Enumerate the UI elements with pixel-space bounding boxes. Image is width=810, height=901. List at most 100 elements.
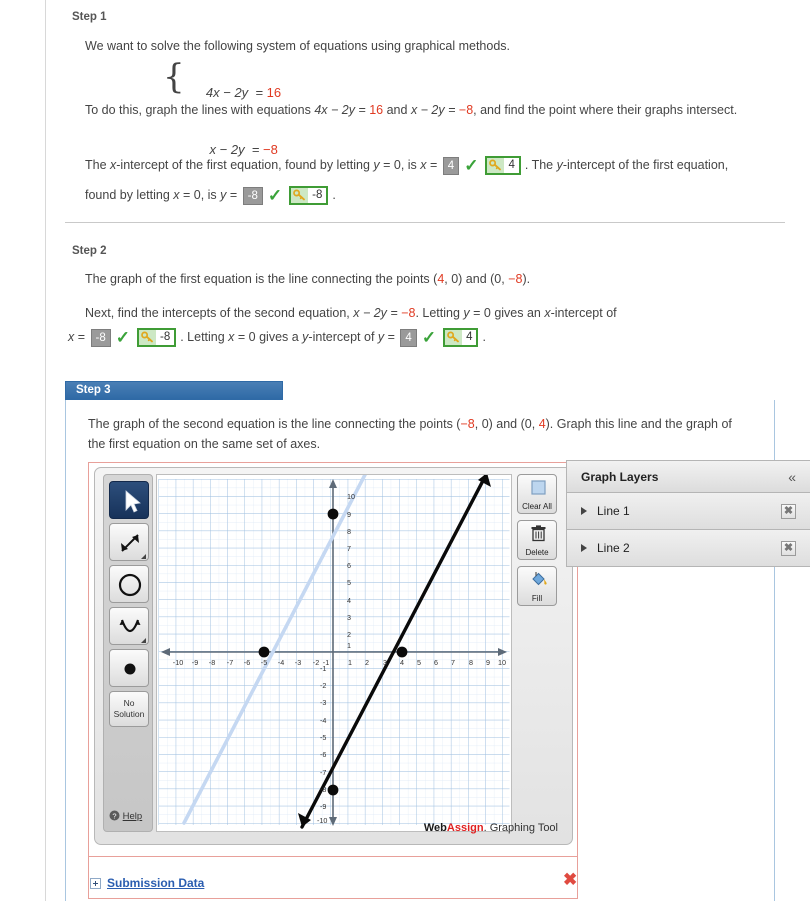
- answer-key-value-2: -8: [308, 188, 327, 204]
- step-3-section: Step 3 The graph of the second equation …: [65, 381, 775, 901]
- submission-data-toggle[interactable]: Submission Data: [90, 876, 204, 890]
- svg-text:5: 5: [417, 658, 421, 667]
- tool-line-expand-icon: [141, 554, 146, 559]
- tool-pointer[interactable]: [109, 481, 149, 519]
- s2-text-5: . Letting: [415, 306, 464, 320]
- answer-key-y-intercept-1[interactable]: -8: [289, 186, 329, 206]
- xint-text-a: The: [85, 158, 111, 172]
- svg-text:6: 6: [434, 658, 438, 667]
- yint-text-b: = 0, is: [179, 188, 221, 202]
- layer-row-line-2[interactable]: Line 2 ✖: [567, 530, 810, 567]
- step-2-line-a: The graph of the first equation is the l…: [85, 269, 785, 289]
- todo-and: and: [383, 103, 411, 117]
- yint-text-c: =: [226, 188, 241, 202]
- xint-text-e: . The: [524, 158, 557, 172]
- answer-key-value-4: 4: [462, 330, 477, 346]
- graphing-tool: No Solution ? Help -10 -9 -8 -7 -6 -5 -4…: [88, 462, 578, 857]
- svg-text:-2: -2: [320, 681, 326, 690]
- brand-suffix: . Graphing Tool: [483, 822, 558, 834]
- point-icon: [124, 663, 136, 675]
- fill-button[interactable]: Fill: [517, 566, 557, 606]
- svg-text:2: 2: [347, 630, 351, 639]
- tool-no-solution[interactable]: No Solution: [109, 691, 149, 727]
- delete-button[interactable]: Delete: [517, 520, 557, 560]
- svg-text:-1: -1: [320, 664, 326, 673]
- key-icon: [291, 188, 309, 204]
- s2-eq-2-value: −8: [401, 306, 416, 320]
- marker-0-neg8: [327, 784, 339, 796]
- svg-text:1: 1: [347, 641, 351, 650]
- s3-point-2-y: 4: [538, 417, 546, 431]
- svg-text:-4: -4: [320, 716, 326, 725]
- answer-key-x-intercept-2[interactable]: -8: [136, 328, 177, 348]
- correct-check-icon: ✓: [464, 156, 479, 176]
- tool-parabola[interactable]: [109, 607, 149, 645]
- delete-layer-icon-1[interactable]: ✖: [781, 503, 796, 519]
- s2-text-11: -intercept of: [308, 330, 378, 344]
- s2-text-13: .: [482, 330, 486, 344]
- answer-input-y-intercept-1[interactable]: -8: [242, 186, 263, 205]
- submission-data-link[interactable]: Submission Data: [107, 876, 204, 890]
- s3-text-4: the first equation on the same set of ax…: [88, 437, 321, 451]
- marker-0-8: [327, 508, 339, 520]
- expand-arrow-icon[interactable]: [581, 544, 587, 552]
- answer-key-y-intercept-2[interactable]: 4: [443, 328, 479, 348]
- todo-eq-1-value: 16: [369, 103, 384, 117]
- brace-glyph: {: [163, 57, 185, 97]
- fill-label: Fill: [531, 594, 543, 603]
- collapse-panel-icon[interactable]: «: [788, 469, 796, 485]
- graph-canvas[interactable]: -10 -9 -8 -7 -6 -5 -4 -3 -2 -1 1 2 3 4 5…: [156, 474, 512, 832]
- answer-key-x-intercept-1[interactable]: 4: [485, 156, 521, 176]
- s2-text-1: The graph of the first equation is the l…: [85, 272, 438, 286]
- brand-web: Web: [423, 822, 447, 834]
- svg-text:-3: -3: [320, 698, 326, 707]
- expand-plus-icon[interactable]: [90, 878, 101, 890]
- key-icon: [445, 330, 463, 346]
- svg-text:9: 9: [486, 658, 490, 667]
- xint-text-c: = 0, is: [379, 158, 421, 172]
- clear-all-button[interactable]: Clear All: [517, 474, 557, 514]
- trash-icon: [518, 525, 556, 543]
- tool-point[interactable]: [109, 649, 149, 687]
- svg-text:-10: -10: [173, 658, 183, 667]
- answer-key-value-1: 4: [504, 158, 519, 174]
- svg-text:-2: -2: [313, 658, 319, 667]
- tool-line[interactable]: [109, 523, 149, 561]
- answer-input-x-intercept-1[interactable]: 4: [442, 156, 460, 175]
- marker-4-0: [396, 646, 408, 658]
- expand-arrow-icon[interactable]: [581, 507, 587, 515]
- s3-point-1-x: −8: [460, 417, 475, 431]
- svg-text:5: 5: [347, 578, 351, 587]
- s3-text-1: The graph of the second equation is the …: [88, 417, 461, 431]
- step-divider: [65, 222, 785, 223]
- svg-text:-7: -7: [320, 768, 326, 777]
- graphing-tool-surface: No Solution ? Help -10 -9 -8 -7 -6 -5 -4…: [94, 467, 573, 845]
- s2-text-10: = 0 gives a: [234, 330, 303, 344]
- paint-bucket-icon: [518, 571, 556, 589]
- step-3-header: Step 3: [65, 381, 283, 400]
- step-1-y-intercept-line: found by letting x = 0, is y = -8 ✓ -8.: [85, 185, 805, 206]
- s2-text-3: ).: [522, 272, 531, 286]
- delete-label: Delete: [525, 548, 549, 557]
- svg-text:6: 6: [347, 561, 351, 570]
- svg-text:-3: -3: [295, 658, 301, 667]
- svg-text:8: 8: [469, 658, 473, 667]
- answer-input-x-intercept-2[interactable]: -8: [90, 328, 111, 347]
- xint-text-b: -intercept of the first equation, found …: [116, 158, 374, 172]
- tool-circle[interactable]: [109, 565, 149, 603]
- s3-text-3: ). Graph this line and the graph of: [545, 417, 732, 431]
- help-icon: ?: [109, 810, 120, 821]
- key-icon: [138, 330, 156, 346]
- step-1-intro: We want to solve the following system of…: [85, 39, 510, 53]
- graphing-tool-actions: Clear All Delete Fill: [517, 474, 561, 612]
- step-1-x-intercept-line: The x-intercept of the first equation, f…: [85, 155, 805, 176]
- no-solution-line-2: Solution: [113, 709, 145, 719]
- svg-text:9: 9: [347, 510, 351, 519]
- answer-input-y-intercept-2[interactable]: 4: [400, 328, 417, 347]
- incorrect-mark-icon: ✖: [563, 870, 578, 889]
- graphing-tool-toolbar: No Solution ? Help: [103, 474, 153, 832]
- layer-row-line-1[interactable]: Line 1 ✖: [567, 493, 810, 530]
- layer-label-line-1: Line 1: [597, 504, 630, 518]
- svg-text:4: 4: [400, 658, 404, 667]
- delete-layer-icon-2[interactable]: ✖: [781, 540, 796, 556]
